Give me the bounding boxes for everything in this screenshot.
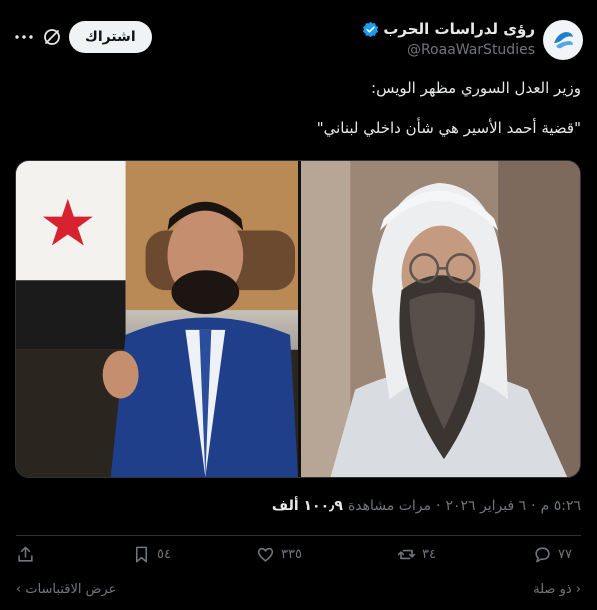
photo-right[interactable] [298,161,580,477]
related-label: ذو صلة [533,582,572,597]
tweet-media[interactable] [15,160,581,478]
meta-separator-2: · [436,498,441,514]
logo-icon [547,24,579,56]
tweet-date[interactable]: ٦ فبراير ٢٠٢٦ [445,498,526,514]
tweet-footer: ‹ ذو صلة عرض الاقتباسات › [16,582,581,602]
display-name[interactable]: رؤى لدراسات الحرب [383,20,535,38]
photo-right-illustration [301,161,580,477]
photo-left-illustration [16,161,298,477]
views-label: مرات مشاهدة [347,498,432,514]
action-bar: ٥٤ ٣٣٥ ٣٤ ٧٧ [16,545,581,571]
tweet-text-line1: وزير العدل السوري مظهر الويس: [371,79,581,97]
related-link[interactable]: ‹ ذو صلة [533,582,581,597]
tweet-card: رؤى لدراسات الحرب @RoaaWarStudies اشتراك… [0,0,597,610]
more-options-icon[interactable] [14,27,34,47]
bookmark-icon [135,546,148,563]
views-count: ١٠٠٫٩ ألف [271,498,343,514]
divider [16,535,581,536]
grok-icon[interactable] [42,27,62,47]
repost-count: ٣٤ [422,547,436,562]
bookmark-count: ٥٤ [157,547,171,562]
repost-button[interactable]: ٣٤ [397,545,436,564]
photo-left[interactable] [16,161,298,477]
tweet-time[interactable]: ٥:٢٦ م [541,498,581,514]
tweet-meta: ٥:٢٦ م · ٦ فبراير ٢٠٢٦ · مرات مشاهدة ١٠٠… [272,498,581,514]
reply-button[interactable]: ٧٧ [533,545,572,564]
tweet-text: وزير العدل السوري مظهر الويس: "قضية أحمد… [16,78,581,138]
repost-icon [397,549,416,560]
subscribe-button[interactable]: اشتراك [69,21,152,53]
reply-count: ٧٧ [558,547,572,562]
verified-badge-icon [363,21,379,37]
meta-separator-1: · [531,498,536,514]
heart-icon [257,547,274,562]
bookmark-button[interactable]: ٥٤ [132,545,171,564]
like-button[interactable]: ٣٣٥ [256,545,302,564]
account-handle[interactable]: @RoaaWarStudies [362,42,535,58]
view-quotes-link[interactable]: عرض الاقتباسات › [16,582,116,597]
avatar[interactable] [543,20,583,60]
quotes-label: عرض الاقتباسات [25,582,117,597]
reply-icon [535,547,550,563]
share-icon [18,546,33,562]
tweet-text-line2: "قضية أحمد الأسير هي شأن داخلي لبناني" [316,119,581,137]
share-button[interactable] [16,545,35,564]
account-name-block[interactable]: رؤى لدراسات الحرب @RoaaWarStudies [362,20,535,58]
tweet-header: رؤى لدراسات الحرب @RoaaWarStudies اشتراك [14,14,583,64]
like-count: ٣٣٥ [281,547,302,562]
